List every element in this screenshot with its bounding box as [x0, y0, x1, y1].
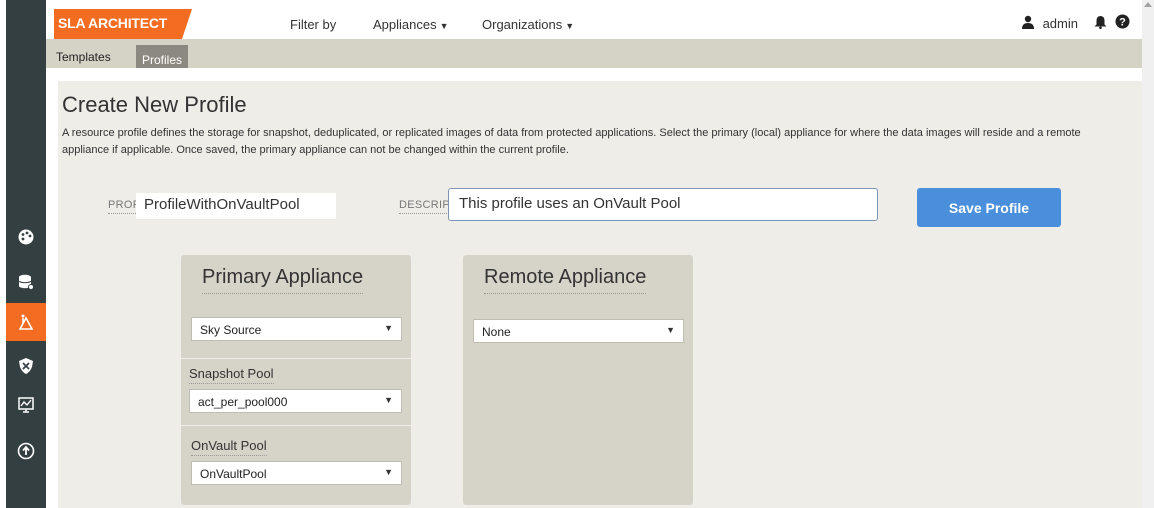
snapshot-pool-value: act_per_pool000: [198, 395, 288, 409]
primary-appliance-value: Sky Source: [200, 323, 262, 337]
user-name[interactable]: admin: [1043, 16, 1078, 31]
tab-bar: Templates Profiles: [46, 39, 1142, 68]
remote-appliance-value: None: [482, 325, 511, 339]
primary-appliance-select[interactable]: Sky Source ▼: [191, 317, 402, 341]
divider: [181, 425, 411, 426]
user-area: admin ?: [1021, 14, 1130, 32]
bell-icon[interactable]: [1094, 15, 1107, 32]
help-icon[interactable]: ?: [1115, 14, 1130, 32]
scroll-up-icon[interactable]: [1144, 2, 1152, 7]
upload-circle-icon[interactable]: [6, 432, 46, 470]
scrollbar[interactable]: [1142, 0, 1154, 508]
svg-text:?: ?: [1119, 17, 1126, 29]
onvault-pool-value: OnVaultPool: [200, 467, 267, 481]
appliances-menu[interactable]: Appliances ▼: [373, 17, 449, 32]
tab-profiles[interactable]: Profiles: [136, 45, 189, 68]
page-description: A resource profile defines the storage f…: [62, 127, 1081, 156]
remote-appliance-select[interactable]: None ▼: [473, 319, 684, 343]
database-gear-icon[interactable]: [6, 263, 46, 301]
brand-title[interactable]: SLA ARCHITECT: [54, 9, 182, 39]
divider: [181, 358, 411, 359]
select-arrow-icon: ▼: [384, 395, 393, 405]
save-profile-button[interactable]: Save Profile: [917, 188, 1061, 227]
profile-name-field[interactable]: ProfileWithOnVaultPool: [136, 193, 336, 219]
organizations-menu-label: Organizations: [482, 17, 563, 32]
snapshot-pool-label: Snapshot Pool: [189, 366, 274, 384]
select-arrow-icon: ▼: [666, 325, 675, 335]
description-input[interactable]: This profile uses an OnVault Pool: [448, 188, 878, 221]
caret-down-icon: ▼: [565, 21, 575, 31]
onvault-pool-select[interactable]: OnVaultPool ▼: [191, 461, 402, 485]
onvault-pool-label: OnVault Pool: [191, 438, 267, 456]
sla-architect-icon[interactable]: [6, 303, 46, 341]
top-bar: SLA ARCHITECT Filter by Appliances ▼ Orga…: [46, 0, 1142, 39]
tab-templates[interactable]: Templates: [56, 39, 111, 68]
filter-by-label: Filter by: [290, 17, 337, 32]
organizations-menu[interactable]: Organizations ▼: [482, 17, 574, 32]
user-icon: [1021, 15, 1035, 32]
brand-tab-tip: [182, 9, 192, 39]
appliances-menu-label: Appliances: [373, 17, 437, 32]
select-arrow-icon: ▼: [384, 467, 393, 477]
remote-appliance-title: Remote Appliance: [484, 266, 647, 294]
sidebar: [6, 0, 46, 508]
page-title: Create New Profile: [62, 92, 247, 117]
caret-down-icon: ▼: [439, 21, 449, 31]
shield-icon[interactable]: [6, 347, 46, 385]
snapshot-pool-select[interactable]: act_per_pool000 ▼: [189, 389, 402, 413]
select-arrow-icon: ▼: [384, 323, 393, 333]
dashboard-icon[interactable]: [6, 218, 46, 256]
monitor-chart-icon[interactable]: [6, 386, 46, 424]
primary-appliance-title: Primary Appliance: [202, 266, 364, 294]
